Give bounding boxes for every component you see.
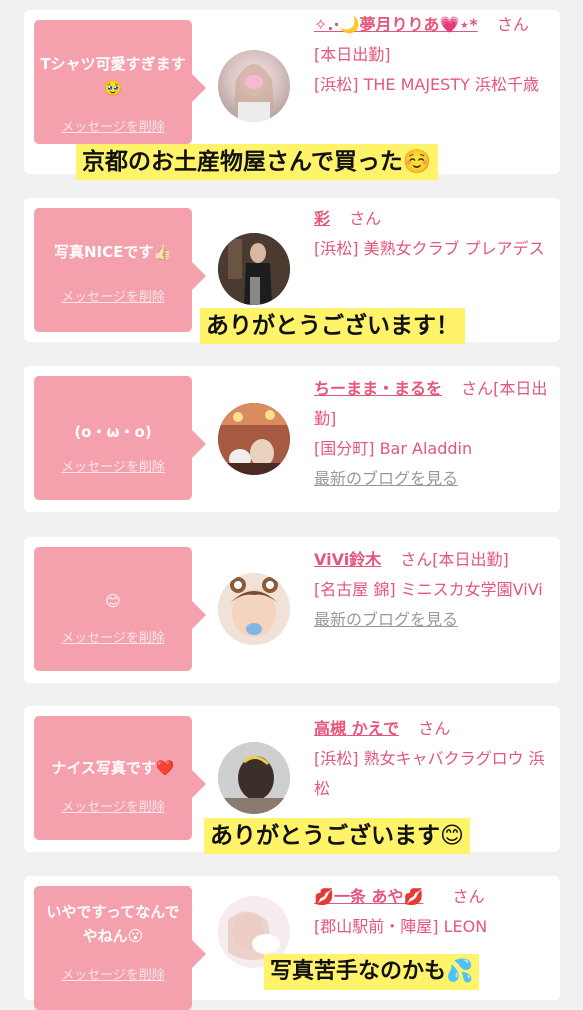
honorific: さん	[349, 209, 382, 228]
cast-info: 彩 さん [浜松] 美熟女クラブ プレアデス	[314, 204, 554, 264]
message-bubble: 写真NICEです👍🏻 メッセージを削除	[34, 208, 206, 332]
delete-message-link[interactable]: メッセージを削除	[34, 116, 192, 135]
avatar[interactable]	[218, 742, 290, 814]
message-bubble: ナイス写真です❤️ メッセージを削除	[34, 716, 206, 840]
avatar[interactable]	[218, 573, 290, 645]
shop-name: [浜松] 美熟女クラブ プレアデス	[314, 239, 545, 258]
overlay-caption: 京都のお土産物屋さんで買った☺️	[76, 144, 438, 180]
message-card: ナイス写真です❤️ メッセージを削除 高槻 かえで さん [浜松] 熟女キャバク…	[24, 706, 560, 854]
message-card: Tシャツ可愛すぎます🥹 メッセージを削除 ✧.·🌙夢月りりあ💗⋆* さん [本日…	[24, 10, 560, 180]
avatar-photo	[218, 742, 290, 814]
cast-name-link[interactable]: 💋一条 あや💋	[314, 887, 423, 906]
message-bubble: Tシャツ可愛すぎます🥹 メッセージを削除	[34, 20, 206, 144]
avatar[interactable]	[218, 233, 290, 305]
avatar-photo	[218, 233, 290, 305]
delete-message-link[interactable]: メッセージを削除	[34, 964, 192, 983]
message-text: 写真NICEです👍🏻	[53, 243, 173, 261]
cast-name-link[interactable]: ちーまま・まるを	[314, 379, 442, 398]
cast-name-link[interactable]: 高槻 かえで	[314, 719, 399, 738]
latest-blog-link[interactable]: 最新のブログを見る	[314, 605, 554, 635]
work-status: [本日出勤]	[432, 550, 509, 569]
message-text: (o・ω・o)	[74, 423, 152, 441]
cast-name-link[interactable]: 彩	[314, 209, 330, 228]
overlay-caption: ありがとうございます😊	[204, 818, 470, 854]
message-bubble: (o・ω・o) メッセージを削除	[34, 376, 206, 500]
shop-name: [浜松] THE MAJESTY 浜松千歳	[314, 75, 539, 94]
avatar-photo	[234, 64, 274, 122]
cast-info: ViVi鈴木 さん[本日出勤] [名古屋 錦] ミニスカ女学園ViVi 最新のブ…	[314, 545, 554, 635]
message-text: 😊	[105, 592, 121, 610]
cast-info: ちーまま・まるを さん[本日出勤] [国分町] Bar Aladdin 最新のブ…	[314, 374, 554, 494]
honorific: さん	[400, 550, 433, 569]
message-text: Tシャツ可愛すぎます🥹	[40, 55, 186, 97]
message-card: 写真NICEです👍🏻 メッセージを削除 彩 さん [浜松] 美熟女クラブ プレア…	[24, 198, 560, 344]
shop-name: [名古屋 錦] ミニスカ女学園ViVi	[314, 580, 543, 599]
avatar-photo	[218, 573, 290, 645]
avatar[interactable]	[218, 403, 290, 475]
cast-info: 💋一条 あや💋 さん [郡山駅前・陣屋] LEON	[314, 882, 554, 942]
message-text: いやですってなんでやねん😮	[46, 903, 180, 945]
delete-message-link[interactable]: メッセージを削除	[34, 627, 192, 646]
message-bubble: 😊 メッセージを削除	[34, 547, 206, 671]
cast-info: 高槻 かえで さん [浜松] 熟女キャバクラグロウ 浜松	[314, 714, 554, 804]
honorific: さん	[452, 887, 485, 906]
cast-name-link[interactable]: ViVi鈴木	[314, 550, 381, 569]
honorific: さん	[418, 719, 451, 738]
cast-name-link[interactable]: ✧.·🌙夢月りりあ💗⋆*	[314, 15, 478, 34]
honorific: さん	[496, 15, 529, 34]
overlay-caption: 写真苦手なのかも💦	[264, 954, 480, 990]
avatar-photo	[218, 403, 290, 475]
work-status: [本日出勤]	[314, 45, 391, 64]
avatar[interactable]	[218, 50, 290, 122]
honorific: さん	[461, 379, 494, 398]
message-card: いやですってなんでやねん😮 メッセージを削除 💋一条 あや💋 さん [郡山駅前・…	[24, 876, 560, 1010]
shop-name: [浜松] 熟女キャバクラグロウ 浜松	[314, 749, 545, 798]
message-text: ナイス写真です❤️	[51, 759, 175, 777]
message-bubble: いやですってなんでやねん😮 メッセージを削除	[34, 886, 206, 1010]
latest-blog-link[interactable]: 最新のブログを見る	[314, 464, 554, 494]
overlay-caption: ありがとうございます！	[200, 308, 465, 344]
cast-info: ✧.·🌙夢月りりあ💗⋆* さん [本日出勤] [浜松] THE MAJESTY …	[314, 10, 554, 100]
delete-message-link[interactable]: メッセージを削除	[34, 796, 192, 815]
delete-message-link[interactable]: メッセージを削除	[34, 286, 192, 305]
message-card: 😊 メッセージを削除 ViVi鈴木 さん[本日出勤] [名古屋 錦] ミニスカ女…	[24, 537, 560, 683]
message-card: (o・ω・o) メッセージを削除 ちーまま・まるを さん[本日出勤] [国分町]…	[24, 366, 560, 512]
shop-name: [国分町] Bar Aladdin	[314, 439, 473, 458]
delete-message-link[interactable]: メッセージを削除	[34, 456, 192, 475]
shop-name: [郡山駅前・陣屋] LEON	[314, 917, 488, 936]
